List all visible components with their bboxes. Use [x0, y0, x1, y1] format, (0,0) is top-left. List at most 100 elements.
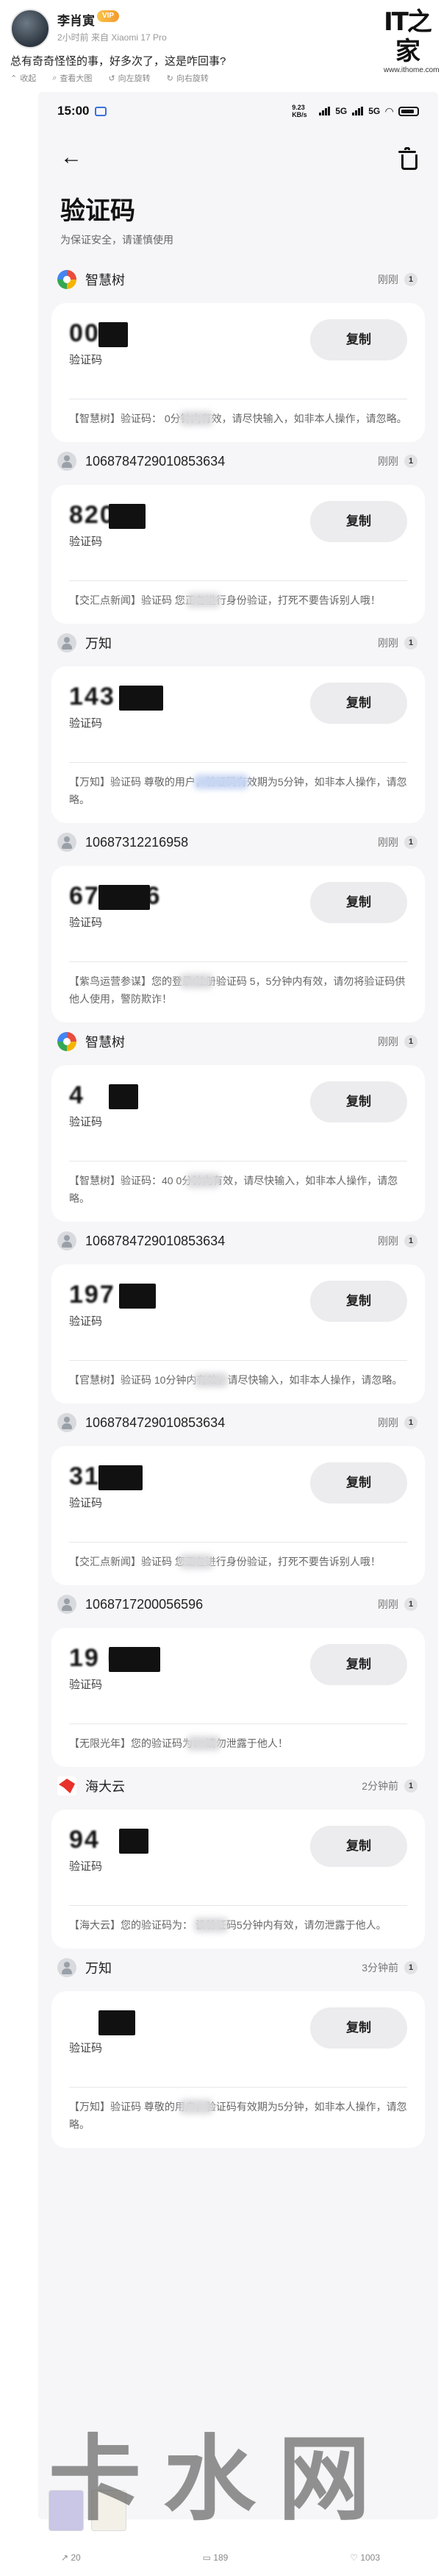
time-text: 刚刚 — [378, 637, 398, 649]
code-label: 验证码 — [69, 536, 103, 548]
code-label: 验证码 — [69, 2042, 103, 2054]
redaction-blur — [187, 1736, 220, 1751]
message-header: 万知 3分钟前 1 — [51, 1949, 425, 1987]
wifi-icon: ◠ — [385, 104, 393, 117]
time-text: 刚刚 — [378, 1598, 398, 1610]
sms-text: 【紫鸟运营参谋】您的登录/注册验证码 5，5分钟内有效，请勿将验证码供他人使用，… — [69, 975, 406, 1005]
code-card[interactable]: 007 验证码 复制 【智慧树】验证码： 0分钟内有效，请尽快输入，如非本人操作，请忽… — [51, 303, 425, 442]
sms-body: 【交汇点新闻】验证码 您正在进行身份验证，打死不要告诉别人哦！ — [69, 1543, 407, 1585]
ithome-logo: IT之家 www.ithome.com — [384, 7, 440, 74]
person-icon — [57, 1413, 76, 1432]
message-group: 1068784729010853634 刚刚 1 312 验证码 复制 【交汇点新闻】验证码… — [51, 1403, 425, 1585]
copy-button[interactable]: 复制 — [310, 1281, 407, 1322]
sender-name: 万知 — [85, 1961, 112, 1976]
message-header: 10687312216958 刚刚 1 — [51, 823, 425, 861]
code-card[interactable]: 4 验证码 复制 【智慧树】验证码：40 0分钟内有效，请尽快输入，如非本人操作，请忽… — [51, 1065, 425, 1222]
collapse-action[interactable]: ⌃ 收起 — [10, 72, 36, 84]
page-subtitle: 为保证安全，请谨慎使用 — [60, 234, 173, 246]
message-group: 1068717200056596 刚刚 1 19 00 验证码 复制 【无限光年】您的验证码… — [51, 1585, 425, 1767]
page-title: 验证码 — [60, 197, 135, 225]
tree-icon — [57, 1032, 76, 1051]
redaction-mask — [119, 1284, 156, 1309]
sms-text: 【万知】验证码 尊敬的用户，验证码有效期为5分钟，如非本人操作，请忽略。 — [69, 2101, 407, 2130]
redaction-blur — [179, 2099, 213, 2114]
message-time: 刚刚 1 — [378, 835, 417, 850]
time-text: 刚刚 — [378, 455, 398, 467]
message-group: 智慧树 刚刚 1 4 验证码 复制 【智慧树】验证码：40 0分钟内有效，请尽快输入，如非本… — [51, 1022, 425, 1222]
code-label: 验证码 — [69, 1116, 103, 1128]
code-card[interactable]: 19 00 验证码 复制 【无限光年】您的验证码为： 请勿泄露于他人！ — [51, 1628, 425, 1767]
unread-count-badge: 1 — [404, 1779, 417, 1793]
copy-button[interactable]: 复制 — [310, 501, 407, 542]
sms-text: 【无限光年】您的验证码为： 请勿泄露于他人！ — [69, 1737, 288, 1749]
code-card[interactable]: 143 验证码 复制 【万知】验证码 尊敬的用户，验证码有效期为5分钟，如非本人操作，… — [51, 666, 425, 823]
sms-body: 【紫鸟运营参谋】您的登录/注册验证码 5，5分钟内有效，请勿将验证码供他人使用，… — [69, 962, 407, 1022]
sms-body: 【官慧树】验证码 10分钟内有效，请尽快输入，如非本人操作，请忽略。 — [69, 1361, 407, 1403]
redaction-mask — [98, 322, 128, 347]
sms-text: 【官慧树】验证码 10分钟内有效，请尽快输入，如非本人操作，请忽略。 — [69, 1374, 403, 1386]
redaction-mask — [119, 1829, 148, 1854]
time-text: 3分钟前 — [362, 1962, 398, 1974]
redaction-blur — [187, 593, 220, 608]
message-time: 刚刚 1 — [378, 454, 417, 469]
rotate-right-action[interactable]: ↻ 向右旋转 — [167, 72, 209, 84]
verification-code: 4 — [69, 1081, 85, 1109]
view-large-action[interactable]: ⌕ 查看大图 — [52, 72, 92, 84]
status-bar: 15:00 9.23 KB/s 5G 5G ◠ — [38, 92, 438, 130]
copy-button[interactable]: 复制 — [310, 1081, 407, 1122]
copy-button[interactable]: 复制 — [310, 319, 407, 360]
phone-screenshot[interactable]: 15:00 9.23 KB/s 5G 5G ◠ ← 验证码 为保证安全，请谨慎使… — [38, 92, 438, 2519]
verification-code: 94 — [69, 1826, 100, 1854]
redaction-mask — [119, 686, 163, 711]
sender-name: 海大云 — [85, 1779, 125, 1794]
sms-body: 【交汇点新闻】验证码 您正在进行身份验证，打死不要告诉别人哦！ — [69, 581, 407, 624]
redaction-blur — [187, 1173, 220, 1188]
unread-count-badge: 1 — [404, 1035, 417, 1048]
copy-button[interactable]: 复制 — [310, 1462, 407, 1504]
haidayun-icon — [57, 1776, 76, 1796]
watermark: 卡水网 — [49, 2424, 392, 2533]
unread-count-badge: 1 — [404, 1598, 417, 1611]
code-card[interactable]: 验证码 复制【万知】验证码 尊敬的用户，验证码有效期为5分钟，如非本人操作，请忽略… — [51, 1991, 425, 2148]
code-card[interactable]: 8207 验证码 复制 【交汇点新闻】验证码 您正在进行身份验证，打死不要告诉别人哦！ — [51, 485, 425, 624]
sms-body: 【万知】验证码 尊敬的用户，验证码有效期为5分钟，如非本人操作，请忽略。 — [69, 2088, 407, 2148]
copy-button[interactable]: 复制 — [310, 1644, 407, 1685]
redaction-mask — [98, 2010, 135, 2035]
code-card[interactable]: 94 验证码 复制 【海大云】您的验证码为： 该验证码5分钟内有效，请勿泄露于他人。 — [51, 1810, 425, 1949]
code-card[interactable]: 197 验证码 复制 【官慧树】验证码 10分钟内有效，请尽快输入，如非本人操作，请忽… — [51, 1264, 425, 1403]
bottom-bar: ↗ 20 ▭ 189 ♡ 1003 — [0, 2539, 441, 2576]
sender-name: 1068784729010853634 — [85, 1415, 226, 1430]
copy-button[interactable]: 复制 — [310, 683, 407, 724]
redaction-blur — [179, 1554, 213, 1569]
person-icon — [57, 833, 76, 852]
code-label: 验证码 — [69, 1860, 103, 1873]
copy-button[interactable]: 复制 — [310, 1826, 407, 1867]
message-group: 1068784729010853634 刚刚 1 8207 验证码 复制 【交汇点新闻】验证… — [51, 442, 425, 624]
person-icon — [57, 633, 76, 652]
message-group: 万知 3分钟前 1 验证码 复制 【万知】验证码 尊敬的用户，验证码有效期为5分钟，如非本… — [51, 1949, 425, 2148]
share-button[interactable]: ↗ 20 — [61, 2552, 81, 2563]
post-meta: 2小时前 来自 Xiaomi 17 Pro — [57, 32, 167, 43]
back-arrow-icon[interactable]: ← — [60, 145, 82, 170]
message-header: 智慧树 刚刚 1 — [51, 1022, 425, 1061]
code-card[interactable]: 670126验证码复制【紫鸟运营参谋】您的登录/注册验证码 5，5分钟内有效，请… — [51, 866, 425, 1022]
top-bar: ← — [38, 130, 438, 185]
sender-name: 10687312216958 — [85, 834, 189, 850]
copy-button[interactable]: 复制 — [310, 2007, 407, 2049]
sms-body: 【智慧树】验证码： 0分钟内有效，请尽快输入，如非本人操作，请忽略。 — [69, 399, 407, 442]
code-label: 验证码 — [69, 354, 103, 366]
username[interactable]: 李肖寅 — [57, 10, 95, 29]
sender-name: 1068784729010853634 — [85, 1233, 226, 1248]
signal-icon — [319, 107, 331, 115]
unread-count-badge: 1 — [404, 836, 417, 849]
comment-button[interactable]: ▭ 189 — [203, 2552, 229, 2563]
sender-name: 智慧树 — [85, 273, 125, 288]
rotate-left-action[interactable]: ↺ 向左旋转 — [108, 72, 150, 84]
sms-body: 【无限光年】您的验证码为： 请勿泄露于他人！ — [69, 1724, 407, 1767]
sender-name: 智慧树 — [85, 1035, 125, 1050]
avatar[interactable] — [10, 9, 50, 49]
code-card[interactable]: 312 验证码 复制 【交汇点新闻】验证码 您正在进行身份验证，打死不要告诉别人哦！ — [51, 1446, 425, 1585]
trash-icon[interactable] — [398, 146, 417, 170]
like-button[interactable]: ♡ 1003 — [350, 2552, 380, 2563]
copy-button[interactable]: 复制 — [310, 882, 407, 923]
